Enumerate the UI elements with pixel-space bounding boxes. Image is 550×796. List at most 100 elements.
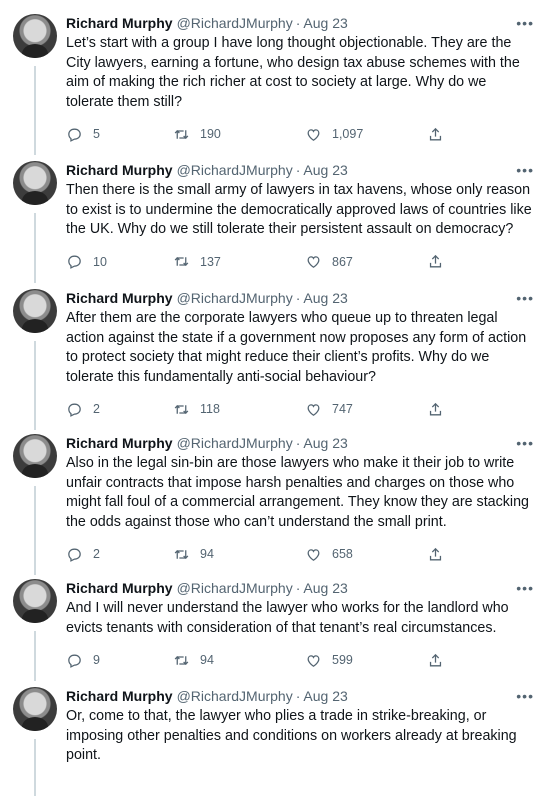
author-name[interactable]: Richard Murphy xyxy=(66,289,173,307)
tweet-text: Or, come to that, the lawyer who plies a… xyxy=(66,708,517,763)
share-button[interactable] xyxy=(427,253,444,270)
tweet-left-column xyxy=(13,579,66,681)
separator-dot: · xyxy=(295,290,301,306)
tweet-content: Richard Murphy @RichardJMurphy · Aug 23 … xyxy=(66,14,534,145)
tweet[interactable]: Richard Murphy @RichardJMurphy · Aug 23 … xyxy=(0,687,550,796)
separator-dot: · xyxy=(295,162,301,178)
tweet-actions: 9 94 599 xyxy=(66,649,534,671)
reply-count: 2 xyxy=(93,547,100,561)
reply-count: 5 xyxy=(93,127,100,141)
tweet[interactable]: Richard Murphy @RichardJMurphy · Aug 23 … xyxy=(0,289,550,430)
share-button[interactable] xyxy=(427,401,444,418)
share-button[interactable] xyxy=(427,126,444,143)
more-icon[interactable]: ••• xyxy=(516,289,534,307)
share-icon xyxy=(427,253,444,270)
avatar[interactable] xyxy=(13,687,57,731)
author-name[interactable]: Richard Murphy xyxy=(66,579,173,597)
share-button[interactable] xyxy=(427,546,444,563)
avatar[interactable] xyxy=(13,161,57,205)
thread-connector-line xyxy=(34,739,36,796)
tweet[interactable]: Richard Murphy @RichardJMurphy · Aug 23 … xyxy=(0,434,550,575)
like-button[interactable]: 1,097 xyxy=(305,126,427,143)
author-handle[interactable]: @RichardJMurphy xyxy=(177,579,293,597)
retweet-button[interactable]: 190 xyxy=(173,126,305,143)
tweet-date[interactable]: Aug 23 xyxy=(303,434,347,452)
tweet[interactable]: Richard Murphy @RichardJMurphy · Aug 23 … xyxy=(0,14,550,155)
tweet-content: Richard Murphy @RichardJMurphy · Aug 23 … xyxy=(66,579,534,671)
retweet-button[interactable]: 137 xyxy=(173,253,305,270)
avatar[interactable] xyxy=(13,579,57,623)
more-icon[interactable]: ••• xyxy=(516,579,534,597)
more-icon[interactable]: ••• xyxy=(516,687,534,705)
tweet-content: Richard Murphy @RichardJMurphy · Aug 23 … xyxy=(66,434,534,565)
tweet[interactable]: Richard Murphy @RichardJMurphy · Aug 23 … xyxy=(0,161,550,283)
share-button[interactable] xyxy=(427,652,444,669)
retweet-button[interactable]: 94 xyxy=(173,546,305,563)
tweet-content: Richard Murphy @RichardJMurphy · Aug 23 … xyxy=(66,161,534,273)
like-button[interactable]: 658 xyxy=(305,546,427,563)
retweet-button[interactable]: 94 xyxy=(173,652,305,669)
avatar[interactable] xyxy=(13,434,57,478)
author-handle[interactable]: @RichardJMurphy xyxy=(177,434,293,452)
tweet-header: Richard Murphy @RichardJMurphy · Aug 23 … xyxy=(66,289,534,307)
share-icon xyxy=(427,652,444,669)
retweet-icon xyxy=(173,652,190,669)
retweet-count: 137 xyxy=(200,254,221,269)
heart-icon xyxy=(305,126,322,143)
tweet[interactable]: Richard Murphy @RichardJMurphy · Aug 23 … xyxy=(0,579,550,681)
tweet-date[interactable]: Aug 23 xyxy=(303,579,347,597)
more-icon[interactable]: ••• xyxy=(516,161,534,179)
thread-connector-line xyxy=(34,213,36,283)
like-button[interactable]: 599 xyxy=(305,652,427,669)
tweet-text: After them are the corporate lawyers who… xyxy=(66,310,527,385)
share-icon xyxy=(427,546,444,563)
reply-count: 2 xyxy=(93,402,100,416)
tweet-header: Richard Murphy @RichardJMurphy · Aug 23 … xyxy=(66,687,534,705)
separator-dot: · xyxy=(295,15,301,31)
author-name[interactable]: Richard Murphy xyxy=(66,14,173,32)
more-icon[interactable]: ••• xyxy=(516,14,534,32)
reply-count: 10 xyxy=(93,254,107,269)
tweet-left-column xyxy=(13,434,66,575)
retweet-icon xyxy=(173,253,190,270)
reply-button[interactable]: 9 xyxy=(66,652,173,669)
avatar[interactable] xyxy=(13,289,57,333)
tweet-date[interactable]: Aug 23 xyxy=(303,161,347,179)
avatar[interactable] xyxy=(13,14,57,58)
author-name[interactable]: Richard Murphy xyxy=(66,687,173,705)
reply-icon xyxy=(66,126,83,143)
tweet-date[interactable]: Aug 23 xyxy=(303,14,347,32)
author-name[interactable]: Richard Murphy xyxy=(66,434,173,452)
author-handle[interactable]: @RichardJMurphy xyxy=(177,687,293,705)
reply-icon xyxy=(66,401,83,418)
tweet-content: Richard Murphy @RichardJMurphy · Aug 23 … xyxy=(66,687,534,766)
like-count: 1,097 xyxy=(332,127,364,141)
tweet-date[interactable]: Aug 23 xyxy=(303,687,347,705)
tweet-left-column xyxy=(13,161,66,283)
retweet-icon xyxy=(173,126,190,143)
reply-icon xyxy=(66,652,83,669)
thread-connector-line xyxy=(34,341,36,430)
author-handle[interactable]: @RichardJMurphy xyxy=(177,161,293,179)
more-icon[interactable]: ••• xyxy=(516,434,534,452)
author-name[interactable]: Richard Murphy xyxy=(66,161,173,179)
reply-button[interactable]: 2 xyxy=(66,401,173,418)
reply-button[interactable]: 10 xyxy=(66,253,173,270)
share-icon xyxy=(427,401,444,418)
tweet-date[interactable]: Aug 23 xyxy=(303,289,347,307)
retweet-button[interactable]: 118 xyxy=(173,401,305,418)
separator-dot: · xyxy=(295,580,301,596)
tweet-header: Richard Murphy @RichardJMurphy · Aug 23 … xyxy=(66,434,534,452)
like-button[interactable]: 747 xyxy=(305,401,427,418)
author-handle[interactable]: @RichardJMurphy xyxy=(177,289,293,307)
author-handle[interactable]: @RichardJMurphy xyxy=(177,14,293,32)
tweet-left-column xyxy=(13,289,66,430)
like-button[interactable]: 867 xyxy=(305,253,427,270)
tweet-left-column xyxy=(13,687,66,796)
like-count: 867 xyxy=(332,254,353,269)
tweet-content: Richard Murphy @RichardJMurphy · Aug 23 … xyxy=(66,289,534,420)
reply-button[interactable]: 2 xyxy=(66,546,173,563)
tweet-actions: 2 118 747 xyxy=(66,398,534,420)
reply-button[interactable]: 5 xyxy=(66,126,173,143)
reply-icon xyxy=(66,546,83,563)
